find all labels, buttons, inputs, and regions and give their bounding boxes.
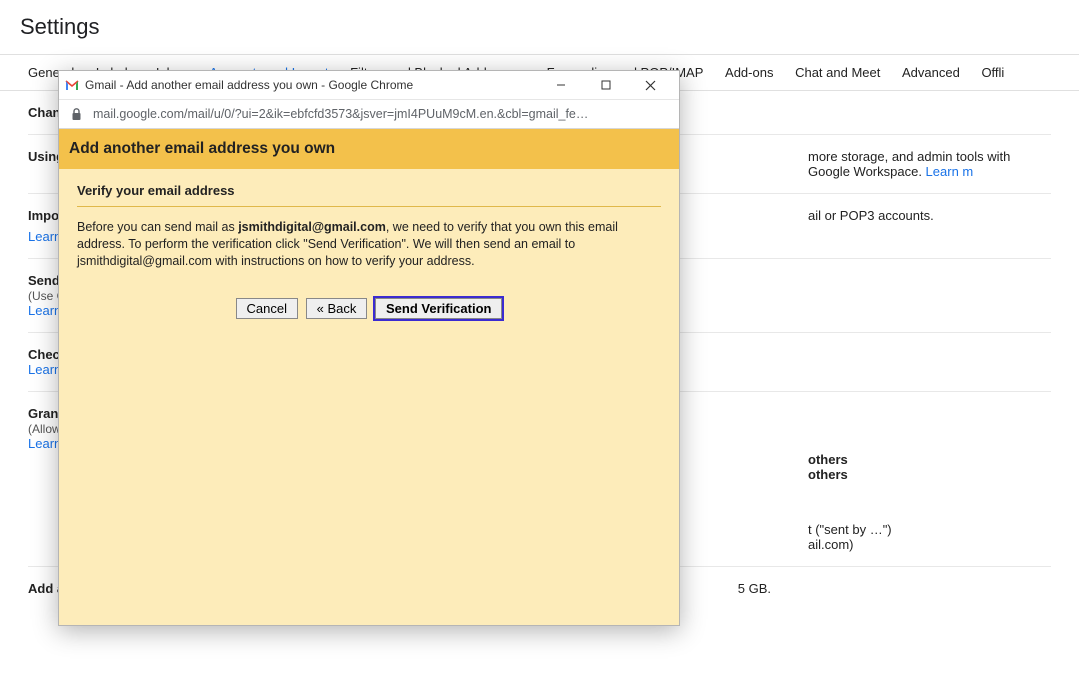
mailcom-text: ail.com): [808, 537, 1051, 552]
dialog-window-title: Gmail - Add another email address you ow…: [85, 78, 413, 92]
lock-icon: [69, 107, 83, 121]
tab-offline[interactable]: Offli: [981, 65, 1004, 80]
cancel-button[interactable]: Cancel: [236, 298, 298, 319]
dialog-banner: Add another email address you own: [59, 129, 679, 169]
verify-text-a: Before you can send mail as: [77, 220, 238, 234]
learn-more-link-2[interactable]: Learn: [28, 229, 61, 244]
maximize-button[interactable]: [583, 71, 628, 99]
close-button[interactable]: [628, 71, 673, 99]
tab-addons[interactable]: Add-ons: [725, 65, 773, 80]
page-title: Settings: [0, 0, 1079, 54]
verify-heading: Verify your email address: [77, 179, 661, 207]
learn-more-link[interactable]: Learn m: [926, 164, 974, 179]
dialog-titlebar: Gmail - Add another email address you ow…: [59, 71, 679, 99]
learn-more-link-5[interactable]: Learn: [28, 436, 61, 451]
verify-email: jsmithdigital@gmail.com: [238, 220, 386, 234]
others-text-1: others: [808, 452, 848, 467]
minimize-button[interactable]: [538, 71, 583, 99]
others-text-2: others: [808, 467, 848, 482]
url-text: mail.google.com/mail/u/0/?ui=2&ik=ebfcfd…: [93, 107, 588, 121]
send-label-text: Send: [28, 273, 60, 288]
verify-text: Before you can send mail as jsmithdigita…: [77, 219, 637, 270]
gmail-icon: [65, 78, 79, 92]
window-controls: [538, 71, 673, 99]
tab-advanced[interactable]: Advanced: [902, 65, 960, 80]
storage-size: 5 GB.: [738, 581, 1051, 596]
learn-more-link-3[interactable]: Learn: [28, 303, 61, 318]
learn-more-link-4[interactable]: Learn: [28, 362, 61, 377]
address-bar[interactable]: mail.google.com/mail/u/0/?ui=2&ik=ebfcfd…: [59, 99, 679, 129]
dialog-button-row: Cancel « Back Send Verification: [77, 298, 661, 319]
using-body-text: more storage, and admin tools with Googl…: [808, 149, 1010, 179]
verify-email-dialog: Gmail - Add another email address you ow…: [58, 70, 680, 626]
send-verification-button[interactable]: Send Verification: [375, 298, 502, 319]
sentby-text: t ("sent by …"): [808, 522, 1051, 537]
dialog-body: Verify your email address Before you can…: [59, 169, 679, 625]
tab-chat-meet[interactable]: Chat and Meet: [795, 65, 880, 80]
grant-sub-text: (Allow: [28, 422, 61, 436]
back-button[interactable]: « Back: [306, 298, 368, 319]
